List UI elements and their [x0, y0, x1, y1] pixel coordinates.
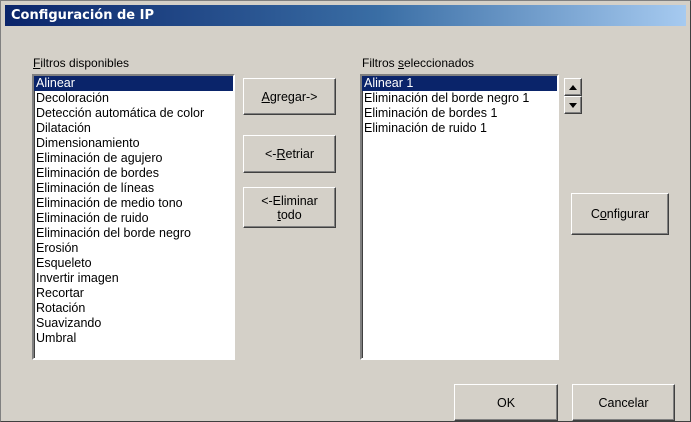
list-item[interactable]: Eliminación de líneas	[34, 181, 233, 196]
down-arrow-icon	[569, 102, 577, 108]
list-item[interactable]: Suavizando	[34, 316, 233, 331]
list-item[interactable]: Alinear	[34, 76, 233, 91]
cancel-button[interactable]: Cancelar	[572, 384, 675, 421]
list-item[interactable]: Recortar	[34, 286, 233, 301]
list-item[interactable]: Rotación	[34, 301, 233, 316]
list-item[interactable]: Invertir imagen	[34, 271, 233, 286]
list-item[interactable]: Alinear 1	[362, 76, 557, 91]
list-item[interactable]: Eliminación del borde negro	[34, 226, 233, 241]
list-item[interactable]: Detección automática de color	[34, 106, 233, 121]
remove-all-button[interactable]: <-Eliminar todo	[243, 187, 336, 228]
ok-button[interactable]: OK	[454, 384, 558, 421]
list-item[interactable]: Eliminación de bordes 1	[362, 106, 557, 121]
list-item[interactable]: Eliminación de bordes	[34, 166, 233, 181]
ip-config-dialog: Configuración de IP Filtros disponibles …	[0, 0, 691, 422]
list-item[interactable]: Dimensionamiento	[34, 136, 233, 151]
list-item[interactable]: Erosión	[34, 241, 233, 256]
list-item[interactable]: Umbral	[34, 331, 233, 346]
move-down-button[interactable]	[564, 96, 582, 114]
selected-filters-label: Filtros seleccionados	[362, 56, 475, 70]
configure-button[interactable]: Configurar	[571, 193, 669, 235]
list-item[interactable]: Eliminación de medio tono	[34, 196, 233, 211]
list-item[interactable]: Eliminación de ruido 1	[362, 121, 557, 136]
list-item[interactable]: Eliminación del borde negro 1	[362, 91, 557, 106]
add-button[interactable]: Agregar->	[243, 78, 336, 115]
list-item[interactable]: Eliminación de agujero	[34, 151, 233, 166]
available-filters-label: Filtros disponibles	[33, 56, 130, 70]
dialog-title-bar: Configuración de IP	[5, 5, 686, 26]
dialog-title: Configuración de IP	[11, 8, 154, 23]
remove-button[interactable]: <-Retriar	[243, 135, 336, 173]
available-filters-list[interactable]: Alinear Decoloración Detección automática …	[32, 74, 235, 360]
list-item[interactable]: Dilatación	[34, 121, 233, 136]
selected-filters-list[interactable]: Alinear 1 Eliminación del borde negro 1 El…	[360, 74, 559, 360]
list-item[interactable]: Decoloración	[34, 91, 233, 106]
up-arrow-icon	[569, 84, 577, 90]
move-up-button[interactable]	[564, 78, 582, 96]
list-item[interactable]: Esqueleto	[34, 256, 233, 271]
list-item[interactable]: Eliminación de ruido	[34, 211, 233, 226]
